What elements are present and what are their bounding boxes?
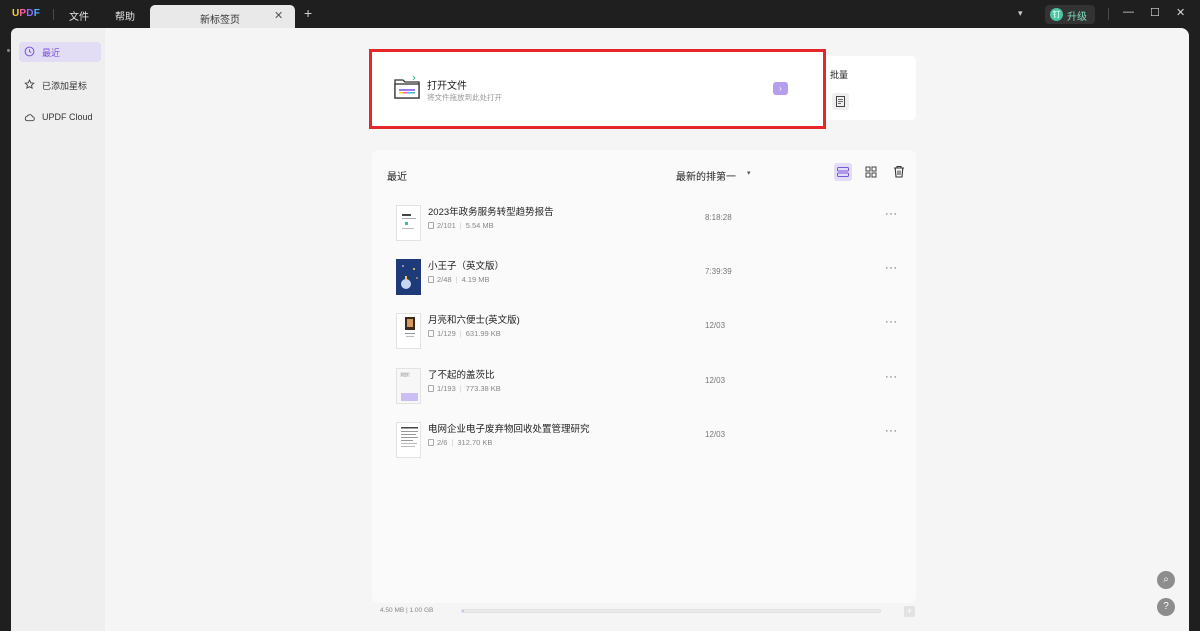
file-time: 12/03 <box>705 430 726 439</box>
more-options-icon[interactable]: ··· <box>885 262 898 274</box>
file-pages: 2/48 <box>437 275 452 284</box>
clock-icon <box>24 46 35 57</box>
logo-divider <box>53 9 54 20</box>
meta-separator: | <box>455 275 458 284</box>
svg-text:PDF: PDF <box>401 373 409 378</box>
file-meta: 1/129 | 631.99 KB <box>428 329 501 338</box>
window-controls-divider <box>1108 8 1109 20</box>
upgrade-button[interactable]: 钉 升级 <box>1045 5 1095 24</box>
file-size: 773.38 KB <box>465 384 501 393</box>
sidebar-dot <box>7 49 10 52</box>
file-name: 电网企业电子废弃物回收处置管理研究 <box>428 424 590 435</box>
tab-close-icon[interactable]: ✕ <box>274 9 283 22</box>
file-row[interactable]: PDF 了不起的盖茨比 1/193 | 773.38 KB 12/03 ··· <box>392 366 912 410</box>
logo-letter-d: D <box>26 8 34 19</box>
file-thumbnail <box>396 313 421 349</box>
tab-new[interactable]: 新标签页 ✕ <box>150 5 295 28</box>
file-thumbnail <box>396 259 421 295</box>
page-icon <box>428 385 434 392</box>
more-options-icon[interactable]: ··· <box>885 371 898 383</box>
logo-letter-f: F <box>33 8 41 19</box>
file-thumbnail <box>396 205 421 241</box>
sidebar-item-label: 已添加星标 <box>42 81 88 91</box>
menu-help[interactable]: 帮助 <box>115 8 135 23</box>
file-thumbnail <box>396 422 421 458</box>
list-view-icon[interactable] <box>834 163 852 181</box>
file-meta: 2/48 | 4.19 MB <box>428 275 490 284</box>
page-icon <box>428 439 434 446</box>
star-icon <box>24 79 35 90</box>
title-bar: UPDF 文件 帮助 新标签页 ✕ + ▾ 钉 升级 — ☐ ✕ <box>0 0 1200 28</box>
file-meta: 2/101 | 5.54 MB <box>428 221 494 230</box>
cloud-icon <box>24 114 35 122</box>
sort-caret-icon[interactable]: ▾ <box>747 169 751 177</box>
upgrade-badge-icon: 钉 <box>1050 8 1063 21</box>
batch-title: 批量 <box>830 70 849 80</box>
file-thumbnail: PDF <box>396 368 421 404</box>
more-options-icon[interactable]: ··· <box>885 425 898 437</box>
meta-separator: | <box>451 438 454 447</box>
sidebar: 最近 已添加星标 UPDF Cloud <box>7 28 105 631</box>
help-icon[interactable]: ? <box>1157 598 1175 616</box>
sidebar-item-label: 最近 <box>42 48 61 58</box>
highlight-box <box>369 49 826 129</box>
storage-usage-label: 4.50 MB | 1.00 GB <box>380 607 434 614</box>
batch-icon[interactable] <box>832 93 849 110</box>
upgrade-label: 升级 <box>1067 12 1087 23</box>
file-name: 了不起的盖茨比 <box>428 370 495 381</box>
sidebar-item-recent[interactable]: 最近 <box>19 42 101 62</box>
tab-title: 新标签页 <box>200 15 240 26</box>
search-icon[interactable]: ⌕ <box>1157 571 1175 589</box>
file-pages: 1/129 <box>437 329 456 338</box>
minimize-button[interactable]: — <box>1123 6 1134 18</box>
file-pages: 2/101 <box>437 221 456 230</box>
file-time: 12/03 <box>705 321 726 330</box>
close-window-button[interactable]: ✕ <box>1176 6 1185 19</box>
sidebar-item-starred[interactable]: 已添加星标 <box>19 75 101 95</box>
file-row[interactable]: 电网企业电子废弃物回收处置管理研究 2/6 | 312.70 KB 12/03 ··… <box>392 420 912 464</box>
file-time: 8:18:28 <box>705 213 732 222</box>
grid-view-icon[interactable] <box>864 165 878 179</box>
file-meta: 2/6 | 312.70 KB <box>428 438 492 447</box>
file-row[interactable]: 小王子（英文版） 2/48 | 4.19 MB 7:39:39 ··· <box>392 257 912 301</box>
file-name: 月亮和六便士(英文版) <box>428 315 520 326</box>
file-size: 631.99 KB <box>465 329 501 338</box>
file-size: 5.54 MB <box>465 221 494 230</box>
file-name: 小王子（英文版） <box>428 261 505 272</box>
file-time: 7:39:39 <box>705 267 732 276</box>
file-row[interactable]: 2023年政务服务转型趋势报告 2/101 | 5.54 MB 8:18:28 ··… <box>392 203 912 247</box>
file-size: 312.70 KB <box>457 438 493 447</box>
sidebar-item-label: UPDF Cloud <box>42 112 93 122</box>
more-options-icon[interactable]: ··· <box>885 208 898 220</box>
recent-title: 最近 <box>387 172 407 183</box>
file-row[interactable]: 月亮和六便士(英文版) 1/129 | 631.99 KB 12/03 ··· <box>392 311 912 355</box>
sidebar-item-cloud[interactable]: UPDF Cloud <box>19 108 101 128</box>
storage-progress-fill <box>462 610 465 612</box>
file-name: 2023年政务服务转型趋势报告 <box>428 207 554 218</box>
meta-separator: | <box>459 329 462 338</box>
trash-icon[interactable] <box>892 164 906 179</box>
file-size: 4.19 MB <box>461 275 490 284</box>
updf-logo[interactable]: UPDF <box>12 8 40 19</box>
meta-separator: | <box>459 221 462 230</box>
maximize-button[interactable]: ☐ <box>1150 6 1160 19</box>
file-pages: 2/6 <box>437 438 448 447</box>
page-icon <box>428 222 434 229</box>
file-meta: 1/193 | 773.38 KB <box>428 384 501 393</box>
menu-file[interactable]: 文件 <box>69 8 89 23</box>
meta-separator: | <box>459 384 462 393</box>
sort-dropdown[interactable]: 最新的排第一 <box>676 168 736 183</box>
chevron-down-icon[interactable]: ▾ <box>1018 8 1023 19</box>
page-icon <box>428 276 434 283</box>
file-pages: 1/193 <box>437 384 456 393</box>
file-time: 12/03 <box>705 376 726 385</box>
storage-progress-bar <box>461 609 881 613</box>
add-storage-button[interactable]: + <box>904 606 915 617</box>
batch-card[interactable] <box>826 56 916 120</box>
page-icon <box>428 330 434 337</box>
add-tab-icon[interactable]: + <box>304 6 312 20</box>
more-options-icon[interactable]: ··· <box>885 316 898 328</box>
